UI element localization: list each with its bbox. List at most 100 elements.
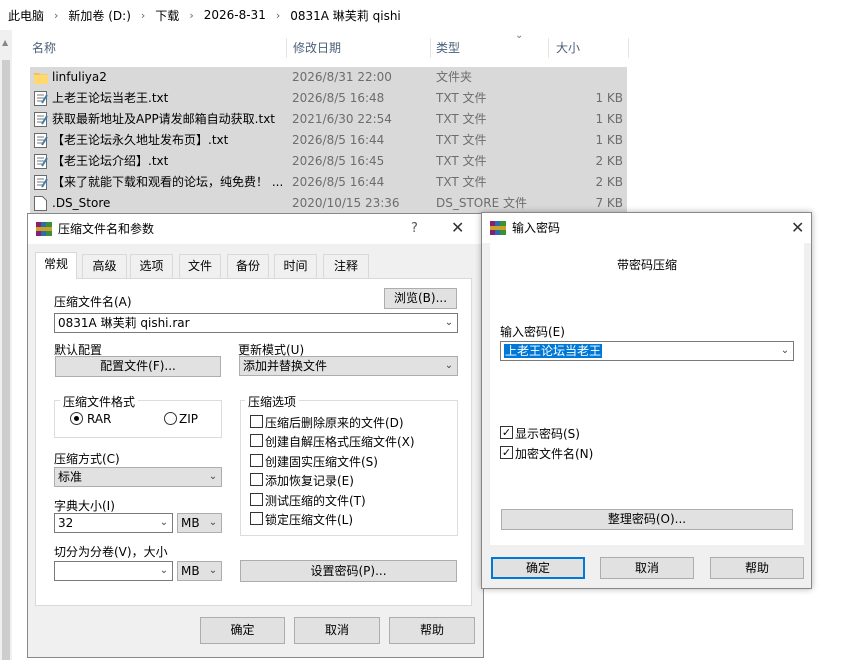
column-header-size[interactable]: 大小 (554, 36, 580, 60)
password-cancel-button[interactable]: 取消 (600, 557, 694, 579)
winrar-icon (36, 222, 52, 236)
password-input[interactable]: 上老王论坛当老王 ⌄ (500, 341, 794, 361)
tab-general[interactable]: 常规 (35, 252, 77, 279)
chevron-down-icon[interactable]: ⌄ (158, 562, 170, 580)
file-date: 2021/6/30 22:54 (292, 112, 392, 126)
format-zip-label[interactable]: ZIP (179, 412, 198, 426)
archive-name-combo[interactable]: 0831A 琳芙莉 qishi.rar ⌄ (54, 313, 458, 333)
breadcrumb-downloads[interactable]: 下载 (151, 7, 183, 24)
profiles-button[interactable]: 配置文件(F)... (55, 356, 221, 377)
update-mode-select[interactable]: 添加并替换文件 ⌄ (239, 356, 458, 376)
chevron-down-icon[interactable]: ⌄ (158, 514, 170, 532)
archive-dialog-titlebar[interactable]: 压缩文件名和参数 ? ✕ (28, 214, 483, 244)
scroll-up-icon[interactable]: ▲ (2, 38, 8, 47)
generic-file-icon (34, 196, 47, 211)
split-unit-select[interactable]: MB ⌄ (177, 561, 222, 581)
scrollbar-thumb[interactable] (2, 60, 10, 660)
tab-options[interactable]: 选项 (130, 254, 173, 278)
encrypt-filenames-label[interactable]: 加密文件名(N) (515, 445, 593, 462)
test-files-label[interactable]: 测试压缩的文件(T) (265, 492, 366, 509)
help-icon[interactable]: ? (411, 221, 418, 236)
chevron-down-icon[interactable]: ⌄ (207, 562, 219, 580)
chevron-right-icon[interactable]: › (270, 9, 286, 22)
column-divider[interactable] (548, 38, 549, 58)
tab-time[interactable]: 时间 (274, 254, 317, 278)
text-file-icon (34, 154, 48, 169)
solid-label[interactable]: 创建固实压缩文件(S) (265, 453, 378, 470)
compression-method-label: 压缩方式(C) (54, 452, 120, 466)
column-header-type[interactable]: 类型 (434, 36, 460, 60)
column-divider[interactable] (628, 38, 629, 58)
file-size: 2 KB (595, 154, 623, 168)
tab-files[interactable]: 文件 (179, 254, 221, 278)
file-row[interactable]: linfuliya2 2026/8/31 22:00 文件夹 (30, 67, 627, 88)
lock-archive-checkbox[interactable] (250, 512, 263, 525)
file-row[interactable]: 【老王论坛介绍】.txt 2026/8/5 16:45 TXT 文件 2 KB (30, 151, 627, 172)
format-rar-label[interactable]: RAR (87, 412, 111, 426)
set-password-button[interactable]: 设置密码(P)... (240, 560, 457, 582)
lock-archive-label[interactable]: 锁定压缩文件(L) (265, 511, 353, 528)
format-rar-radio[interactable] (70, 412, 83, 425)
column-header-date[interactable]: 修改日期 (291, 36, 341, 60)
archive-cancel-button[interactable]: 取消 (294, 617, 380, 644)
dictionary-size-combo[interactable]: 32 ⌄ (54, 513, 173, 533)
chevron-right-icon[interactable]: › (48, 9, 64, 22)
encrypt-filenames-checkbox[interactable]: ✓ (500, 446, 513, 459)
vertical-scrollbar[interactable]: ▲ (0, 30, 12, 660)
split-size-combo[interactable]: ⌄ (54, 561, 173, 581)
show-password-label[interactable]: 显示密码(S) (515, 425, 580, 442)
chevron-down-icon[interactable]: ⌄ (779, 342, 791, 360)
file-row[interactable]: 获取最新地址及APP请发邮箱自动获取.txt 2021/6/30 22:54 T… (30, 109, 627, 130)
password-help-button[interactable]: 帮助 (710, 557, 804, 579)
column-divider[interactable] (286, 38, 287, 58)
file-row[interactable]: 【来了就能下载和观看的论坛，纯免费！ ... 2026/8/5 16:44 TX… (30, 172, 627, 193)
chevron-down-icon[interactable]: ⌄ (443, 357, 455, 375)
chevron-right-icon[interactable]: › (183, 9, 199, 22)
split-unit-value: MB (181, 564, 200, 578)
chevron-down-icon[interactable]: ⌄ (207, 468, 219, 486)
sfx-checkbox[interactable] (250, 434, 263, 447)
chevron-down-icon[interactable]: ⌄ (207, 514, 219, 532)
tab-advanced[interactable]: 高级 (82, 254, 127, 278)
show-password-checkbox[interactable]: ✓ (500, 426, 513, 439)
tab-backup[interactable]: 备份 (227, 254, 269, 278)
breadcrumb-this-pc[interactable]: 此电脑 (4, 7, 48, 24)
breadcrumb-drive[interactable]: 新加卷 (D:) (64, 7, 134, 24)
recovery-record-label[interactable]: 添加恢复记录(E) (265, 472, 354, 489)
sfx-label[interactable]: 创建自解压格式压缩文件(X) (265, 433, 415, 450)
solid-checkbox[interactable] (250, 454, 263, 467)
tab-comment[interactable]: 注释 (323, 254, 369, 278)
file-row[interactable]: 上老王论坛当老王.txt 2026/8/5 16:48 TXT 文件 1 KB (30, 88, 627, 109)
winrar-icon (490, 221, 506, 235)
file-row[interactable]: 【老王论坛永久地址发布页】.txt 2026/8/5 16:44 TXT 文件 … (30, 130, 627, 151)
file-row[interactable]: .DS_Store 2020/10/15 23:36 DS_STORE 文件 7… (30, 193, 627, 214)
organize-passwords-button[interactable]: 整理密码(O)... (501, 509, 793, 530)
file-name: .DS_Store (52, 196, 111, 210)
text-file-icon (34, 91, 48, 106)
archive-ok-button[interactable]: 确定 (200, 617, 285, 644)
close-icon[interactable]: ✕ (791, 218, 804, 237)
recovery-record-checkbox[interactable] (250, 473, 263, 486)
close-icon[interactable]: ✕ (451, 218, 464, 237)
text-file-icon (34, 175, 48, 190)
dictionary-unit-select[interactable]: MB ⌄ (177, 513, 222, 533)
breadcrumb-date-folder[interactable]: 2026-8-31 (200, 8, 270, 22)
browse-button[interactable]: 浏览(B)... (384, 288, 457, 309)
chevron-down-icon[interactable]: ⌄ (443, 314, 455, 332)
delete-after-checkbox[interactable] (250, 415, 263, 428)
delete-after-label[interactable]: 压缩后删除原来的文件(D) (265, 414, 404, 431)
column-divider[interactable] (430, 38, 431, 58)
column-header-name[interactable]: 名称 (30, 36, 56, 60)
format-zip-radio[interactable] (164, 412, 177, 425)
file-size: 1 KB (595, 133, 623, 147)
chevron-right-icon[interactable]: › (135, 9, 151, 22)
test-files-checkbox[interactable] (250, 493, 263, 506)
password-dialog-titlebar[interactable]: 输入密码 ✕ (482, 213, 811, 243)
compression-method-select[interactable]: 标准 ⌄ (54, 467, 222, 487)
file-date: 2020/10/15 23:36 (292, 196, 400, 210)
archive-help-button[interactable]: 帮助 (389, 617, 475, 644)
text-file-icon (34, 133, 48, 148)
breadcrumb-current-folder[interactable]: 0831A 琳芙莉 qishi (286, 7, 405, 24)
file-name: 上老王论坛当老王.txt (52, 91, 169, 105)
password-ok-button[interactable]: 确定 (491, 557, 585, 579)
